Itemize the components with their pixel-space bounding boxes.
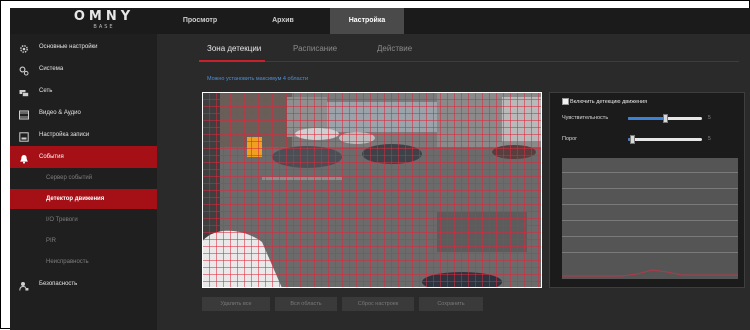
sensitivity-value: 5 [708,115,711,121]
sidebar-item-video-audio[interactable]: Видео & Аудио [10,102,157,124]
sidebar-subitem-event-server[interactable]: Сервер событий [10,168,157,188]
sidebar-item-network[interactable]: Сеть [10,80,157,102]
delete-all-button[interactable]: Удалить все [202,297,270,311]
sidebar-item-label: Безопасность [39,281,78,287]
full-area-button[interactable]: Вся область [275,297,337,311]
enable-motion-detection-row[interactable]: Включить детекцию движения [562,98,647,105]
sidebar-item-basic-settings[interactable]: Основные настройки [10,36,157,58]
top-bar: OMNY BASE Просмотр Архив Настройка [10,8,750,34]
sidebar-item-label: Настройка записи [39,132,90,138]
sidebar-item-system[interactable]: Система [10,58,157,80]
sidebar-subitem-label: Сервер событий [46,175,93,181]
sidebar-subitem-label: I/O Тревоги [46,217,78,223]
motion-level-graph [562,158,738,279]
nav-view[interactable]: Просмотр [170,8,230,34]
enable-motion-detection-label: Включить детекцию движения [570,98,648,105]
reset-settings-button[interactable]: Сброс настроек [342,297,414,311]
sidebar-subitem-motion-detector[interactable]: Детектор движения [10,189,157,209]
sidebar-subitem-pir[interactable]: PIR [10,231,157,251]
zone-limit-note: Можно установить максимум 4 области [207,76,309,82]
sensitivity-slider[interactable] [628,114,702,123]
sidebar-item-label: События [39,154,64,160]
sensitivity-label: Чувствительность [562,115,609,121]
app-window: OMNY BASE Просмотр Архив Настройка Основ… [0,0,750,330]
threshold-slider-handle[interactable] [629,135,635,144]
sidebar-item-label: Сеть [39,88,53,94]
main-content: Зона детекции Расписание Действие Можно … [157,34,750,330]
sidebar-subitem-label: Детектор движения [46,196,105,202]
user-lock-icon [19,279,29,291]
sidebar-item-label: Видео & Аудио [39,110,81,116]
sensitivity-slider-handle[interactable] [663,114,668,123]
grid-border [202,92,542,288]
camera-preview[interactable] [202,92,542,288]
tab-action[interactable]: Действие [377,44,412,53]
storage-icon [19,130,29,142]
gear-icon [19,42,29,53]
threshold-label: Порог [562,136,578,142]
nav-archive[interactable]: Архив [258,8,308,34]
logo-main-text: OMNY [73,9,135,24]
sidebar: Основные настройки Система Сеть Видео & … [10,34,157,330]
sidebar-subitem-io-alarms[interactable]: I/O Тревоги [10,210,157,230]
sidebar-subitem-label: PIR [46,238,57,244]
sensitivity-slider-fill [628,117,665,120]
threshold-value: 5 [708,136,711,142]
logo: OMNY BASE [64,9,144,33]
sidebar-item-events[interactable]: События [10,146,157,168]
save-button[interactable]: Сохранить [419,297,483,311]
sidebar-item-security[interactable]: Безопасность [10,273,157,295]
tab-schedule[interactable]: Расписание [293,44,337,53]
graph-trace [562,269,738,277]
sidebar-item-label: Система [39,66,64,72]
active-tab-indicator [199,60,265,62]
tab-detection-zone[interactable]: Зона детекции [207,44,261,53]
tabs-divider [199,61,739,62]
gears-icon [19,64,29,76]
sidebar-subitem-failure[interactable]: Неисправность [10,252,157,272]
sidebar-item-recording[interactable]: Настройка записи [10,124,157,146]
nav-settings[interactable]: Настройка [330,8,404,34]
motion-settings-panel: Включить детекцию движения Чувствительно… [549,92,745,288]
sidebar-subitem-label: Неисправность [46,259,89,265]
sidebar-item-label: Основные настройки [39,44,98,50]
threshold-slider[interactable] [628,135,702,144]
bell-icon [19,152,29,164]
film-icon [19,108,29,120]
network-icon [19,86,29,97]
enable-motion-detection-checkbox[interactable] [562,98,569,105]
logo-sub-text: BASE [93,24,115,30]
